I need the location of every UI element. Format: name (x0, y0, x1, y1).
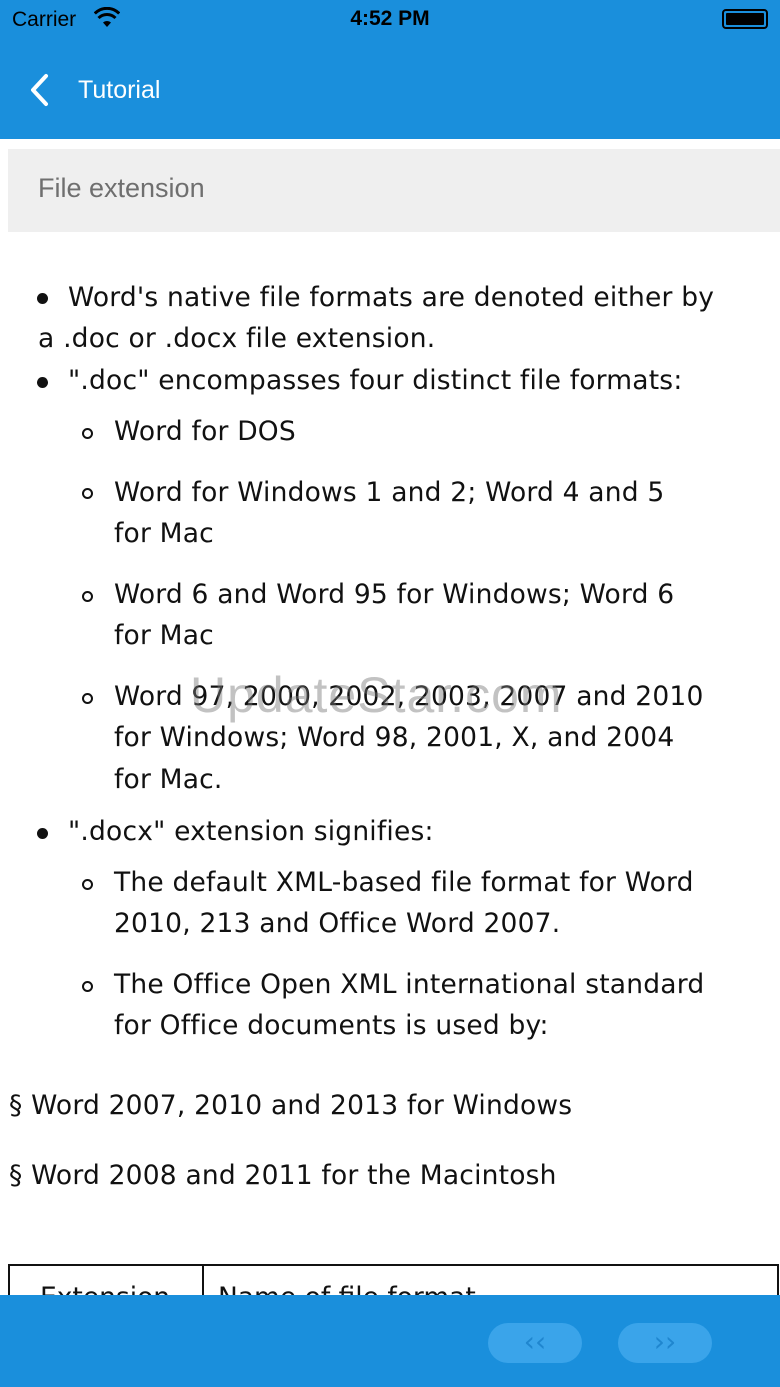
sub-list-item-text: Word 97, 2000, 2002, 2003, 2007 and 2010 (114, 681, 704, 712)
battery-icon (722, 9, 768, 29)
sub-list-item-text: for Office documents is used by: (114, 1010, 549, 1041)
sub-list-item-text: 2010, 213 and Office Word 2007. (114, 908, 561, 939)
sub-list-item-text: The default XML-based file format for Wo… (114, 867, 694, 898)
sub-list-item-text: Word 6 and Word 95 for Windows; Word 6 (114, 579, 675, 610)
sub-list-item-text: for Windows; Word 98, 2001, X, and 2004 (114, 722, 675, 753)
section-header: File extension (8, 149, 780, 232)
clock: 4:52 PM (350, 7, 430, 30)
list-item-text: Word's native file formats are denoted e… (68, 282, 715, 313)
bullet-icon (37, 828, 48, 839)
status-bar: Carrier 4:52 PM (0, 0, 780, 40)
sub-list-item-text: The Office Open XML international standa… (114, 969, 705, 1000)
sub-list-item-text: for Mac (114, 518, 214, 549)
list-item-text: ".docx" extension signifies: (68, 816, 434, 847)
navigation-bar: Tutorial (0, 40, 780, 139)
paragraph-text: § Word 2007, 2010 and 2013 for Windows (9, 1090, 573, 1121)
previous-page-button[interactable]: ‹‹ (488, 1323, 582, 1363)
sub-bullet-icon (82, 591, 93, 602)
bullet-icon (37, 293, 48, 304)
sub-list-item-text: Word for Windows 1 and 2; Word 4 and 5 (114, 477, 665, 508)
back-label: Tutorial (78, 75, 161, 104)
sub-bullet-icon (82, 879, 93, 890)
bottom-toolbar: ‹‹ ›› (0, 1295, 780, 1387)
sub-list-item-text: Word for DOS (114, 416, 296, 447)
sub-list-item-text: for Mac. (114, 764, 223, 795)
back-button[interactable]: Tutorial (26, 68, 160, 112)
section-title: File extension (38, 173, 205, 203)
paragraph-text: § Word 2008 and 2011 for the Macintosh (9, 1160, 557, 1191)
chevron-left-icon (31, 74, 48, 106)
sub-bullet-icon (82, 428, 93, 439)
bullet-icon (37, 377, 48, 388)
list-item-text: ".doc" encompasses four distinct file fo… (68, 365, 683, 396)
sub-bullet-icon (82, 981, 93, 992)
next-page-button[interactable]: ›› (618, 1323, 712, 1363)
sub-list-item-text: for Mac (114, 620, 214, 651)
list-item-text: a .doc or .docx file extension. (38, 323, 436, 354)
sub-bullet-icon (82, 488, 93, 499)
sub-bullet-icon (82, 693, 93, 704)
